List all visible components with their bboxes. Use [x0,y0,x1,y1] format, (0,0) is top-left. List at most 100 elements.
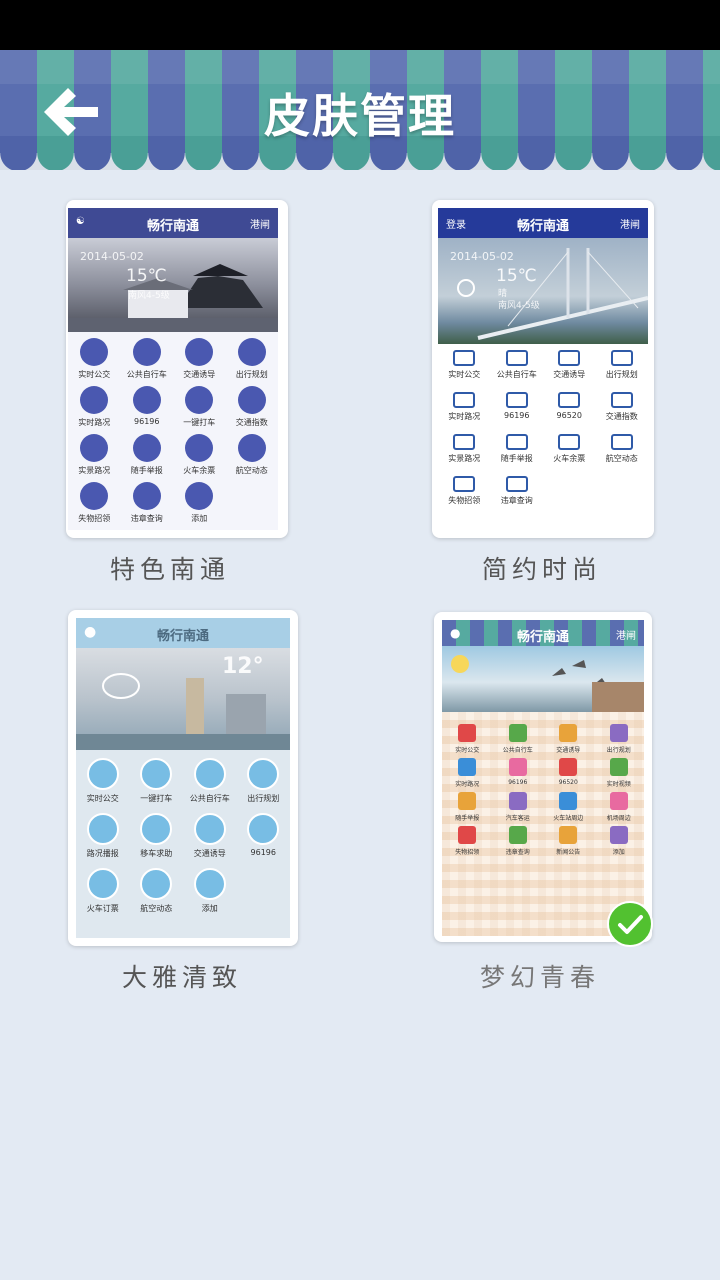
grid-item: 实时公交 [442,724,493,754]
skin-card-menghuan-qingchun[interactable]: ● 畅行南通 港闸 实时公交 公共自行车 交通诱导 出行规划 实时路况 96196 9652… [434,612,652,942]
grid-item-label: 出行规划 [605,370,638,379]
grid-item-label: 96196 [250,848,276,857]
function-icon [609,724,628,742]
grid-item: 96196 [237,813,291,857]
function-icon [185,434,214,462]
grid-item: 汽车客运 [493,792,544,822]
skin-label: 大雅清致 [121,963,242,992]
grid-item-label: 路况播报 [86,849,119,858]
grid-item: 实景路况 [68,434,121,476]
grid-item: 实时公交 [76,758,130,804]
function-icon [609,758,628,776]
grid-item-label: 实时公交 [448,370,481,379]
grid-item: 火车站周边 [543,792,594,822]
grid-item-label: 移车求助 [140,849,173,858]
function-icon [132,482,161,510]
function-icon [508,826,527,844]
grid-item-label: 交通指数 [605,412,638,421]
grid-item-label: 实时公交 [86,794,119,803]
grid-item-label: 添加 [191,514,208,523]
grid-item: 随手举报 [442,792,493,822]
grid-item: 航空动态 [226,434,279,476]
grid-item: 航空动态 [596,434,649,464]
grid-item-label: 出行规划 [606,747,631,754]
grid-item-label: 违章查询 [505,849,530,856]
function-icon [508,724,527,742]
grid-item-label: 一键打车 [140,794,173,803]
grid-item: 公共自行车 [183,758,237,804]
grid-item-label: 火车订票 [86,904,119,913]
grid-item: 机场周边 [594,792,645,822]
grid-item: 火车余票 [543,434,596,464]
grid-item-label: 实时公交 [78,370,111,379]
grid-item-label: 违章查询 [130,514,163,523]
grid-item-label: 实时路况 [78,418,111,427]
function-icon [86,813,119,845]
app-header: 皮肤管理 [0,50,720,170]
skin-card-tese-nantong[interactable]: ☯ 畅行南通 港闸 2014-05-02 15℃ 南风4-5级 实时公交 公共自行… [66,200,288,538]
function-icon [193,758,226,790]
grid-item-label: 96196 [134,417,160,426]
function-icon [185,338,214,366]
function-icon [193,813,226,845]
grid-item: 失物招领 [438,476,491,506]
function-icon [237,338,266,366]
grid-item-label: 96196 [508,779,528,786]
skin-label: 梦幻青春 [479,963,600,992]
grid-item: 实时公交 [68,338,121,380]
grid-item: 随手举报 [121,434,174,476]
grid-item: 添加 [183,868,237,914]
grid-item-label: 出行规划 [247,794,280,803]
grid-item: 失物招领 [68,482,121,524]
function-icon [247,758,280,790]
grid-item: 违章查询 [491,476,544,506]
grid-item: 96520 [543,392,596,420]
function-icon [453,476,476,492]
grid-item: 实时路况 [68,386,121,428]
skin-card-daya-qingzhi[interactable]: ● 畅行南通 12° 实时公交 一键打车 公共自行车 出行规划 路况播报 移车求助 交通诱导… [68,610,298,946]
function-icon [505,476,528,492]
function-icon [458,826,477,844]
grid-item-label: 航空动态 [140,904,173,913]
skin-preview: 登录 畅行南通 港闸 2014-05-02 15℃ 晴 南风4-5级 实时公交公… [438,208,648,530]
grid-item-label: 失物招领 [448,496,481,505]
function-icon [559,724,578,742]
grid-item-label: 新闻公告 [556,849,581,856]
grid-item: 96196 [121,386,174,426]
skin-card-jianyue-shishang[interactable]: 登录 畅行南通 港闸 2014-05-02 15℃ 晴 南风4-5级 实时公交公… [432,200,654,538]
grid-item: 出行规划 [594,724,645,754]
function-icon [80,482,109,510]
grid-item-label: 机场周边 [606,815,631,822]
grid-item-label: 失物招领 [78,514,111,523]
page-title: 皮肤管理 [264,89,456,143]
function-icon [80,386,109,414]
grid-item: 航空动态 [130,868,184,914]
grid-item-label: 随手举报 [130,466,163,475]
grid-item-label: 实时视频 [606,781,631,788]
grid-item-label: 96196 [504,411,530,420]
grid-item-label: 交通指数 [235,418,268,427]
function-icon [140,758,173,790]
function-icon [185,482,214,510]
function-icon [132,434,161,462]
skin-preview: ● 畅行南通 港闸 实时公交 公共自行车 交通诱导 出行规划 实时路况 96196 9652… [442,620,644,936]
grid-item: 移车求助 [130,813,184,859]
grid-item-label: 航空动态 [605,454,638,463]
function-icon [86,758,119,790]
grid-item-label: 96520 [558,779,578,786]
grid-item: 96520 [543,758,594,786]
function-icon [193,868,226,900]
grid-item-label: 公共自行车 [502,747,533,754]
grid-item-label: 一键打车 [183,418,216,427]
grid-item: 96196 [493,758,544,786]
function-icon [508,758,527,776]
grid-item-label: 随手举报 [455,815,480,822]
function-icon [140,813,173,845]
grid-item-label: 实时公交 [455,747,480,754]
function-icon [132,386,161,414]
grid-item: 出行规划 [596,350,649,380]
grid-item: 交通诱导 [543,350,596,380]
function-grid: 实时公交 一键打车 公共自行车 出行规划 路况播报 移车求助 交通诱导 96196 火车订票 航空… [76,758,290,938]
grid-item: 路况播报 [76,813,130,859]
grid-item-label: 公共自行车 [189,794,230,803]
